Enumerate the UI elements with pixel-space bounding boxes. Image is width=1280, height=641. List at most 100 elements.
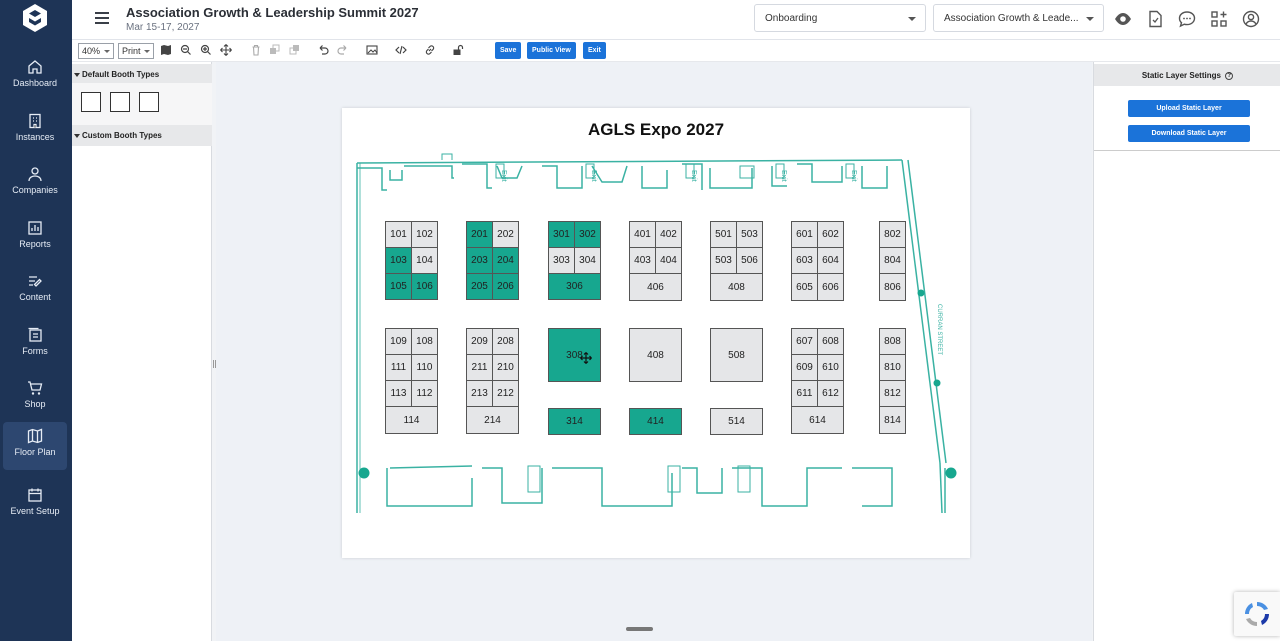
booth-214[interactable]: 214 — [466, 406, 519, 434]
image-icon[interactable] — [366, 44, 378, 56]
booth-802[interactable]: 802 — [879, 221, 906, 248]
booth-112[interactable]: 112 — [411, 380, 438, 407]
booth-609[interactable]: 609 — [791, 354, 818, 381]
map-view-icon[interactable] — [160, 44, 172, 56]
booth-308[interactable]: 308 — [548, 328, 601, 382]
send-back-icon[interactable] — [289, 44, 301, 56]
link-icon[interactable] — [424, 44, 436, 56]
save-button[interactable]: Save — [495, 42, 522, 59]
help-icon[interactable]: ? — [1225, 71, 1234, 80]
booth-209[interactable]: 209 — [466, 328, 493, 355]
nav-dashboard[interactable]: Dashboard — [3, 53, 67, 101]
booth-302[interactable]: 302 — [574, 221, 601, 248]
booth-508-top[interactable]: 408 — [710, 273, 763, 301]
booth-406[interactable]: 406 — [629, 273, 682, 301]
booth-606[interactable]: 606 — [817, 273, 844, 301]
booth-114[interactable]: 114 — [385, 406, 438, 434]
nav-floor-plan[interactable]: Floor Plan — [3, 422, 67, 470]
user-account-icon[interactable] — [1242, 10, 1260, 28]
apps-icon[interactable] — [1210, 10, 1228, 28]
booth-401[interactable]: 401 — [629, 221, 656, 248]
booth-610[interactable]: 610 — [817, 354, 844, 381]
chat-icon[interactable] — [1178, 10, 1196, 28]
move-icon[interactable] — [220, 44, 232, 56]
event-select[interactable]: Association Growth & Leade... — [933, 4, 1104, 32]
booth-810[interactable]: 810 — [879, 354, 906, 381]
booth-109[interactable]: 109 — [385, 328, 412, 355]
booth-806[interactable]: 806 — [879, 273, 906, 301]
booth-type-swatch[interactable] — [81, 92, 101, 112]
booth-208[interactable]: 208 — [492, 328, 519, 355]
floor-plan-page[interactable]: AGLS Expo 2027 Exit Exit Exit Exit Exit … — [342, 108, 970, 558]
nav-forms[interactable]: Forms — [3, 321, 67, 369]
eye-icon[interactable] — [1114, 10, 1132, 28]
booth-104[interactable]: 104 — [411, 247, 438, 274]
booth-503b[interactable]: 503 — [710, 247, 737, 274]
booth-611[interactable]: 611 — [791, 380, 818, 407]
booth-506[interactable]: 506 — [736, 247, 763, 274]
booth-404[interactable]: 404 — [655, 247, 682, 274]
booth-211[interactable]: 211 — [466, 354, 493, 381]
booth-608[interactable]: 608 — [817, 328, 844, 355]
delete-icon[interactable] — [250, 44, 262, 56]
booth-206[interactable]: 206 — [492, 273, 519, 300]
booth-812[interactable]: 812 — [879, 380, 906, 407]
booth-205[interactable]: 205 — [466, 273, 493, 300]
bring-front-icon[interactable] — [269, 44, 281, 56]
download-static-layer-button[interactable]: Download Static Layer — [1128, 125, 1250, 142]
booth-101[interactable]: 101 — [385, 221, 412, 248]
booth-113[interactable]: 113 — [385, 380, 412, 407]
booth-602[interactable]: 602 — [817, 221, 844, 248]
booth-808[interactable]: 808 — [879, 328, 906, 355]
canvas-scrollbar[interactable] — [626, 627, 653, 631]
onboarding-select[interactable]: Onboarding — [754, 4, 926, 32]
booth-103[interactable]: 103 — [385, 247, 412, 274]
document-icon[interactable] — [1146, 10, 1164, 28]
nav-instances[interactable]: Instances — [3, 107, 67, 155]
booth-514[interactable]: 514 — [710, 408, 763, 435]
booth-303[interactable]: 303 — [548, 247, 575, 274]
booth-212[interactable]: 212 — [492, 380, 519, 407]
booth-108[interactable]: 108 — [411, 328, 438, 355]
booth-403[interactable]: 403 — [629, 247, 656, 274]
booth-612[interactable]: 612 — [817, 380, 844, 407]
booth-type-swatch[interactable] — [110, 92, 130, 112]
booth-202[interactable]: 202 — [492, 221, 519, 248]
redo-icon[interactable] — [337, 44, 349, 56]
nav-reports[interactable]: Reports — [3, 214, 67, 262]
booth-414[interactable]: 414 — [629, 408, 682, 435]
booth-601[interactable]: 601 — [791, 221, 818, 248]
booth-204[interactable]: 204 — [492, 247, 519, 274]
public-view-button[interactable]: Public View — [527, 42, 576, 59]
exit-button[interactable]: Exit — [583, 42, 606, 59]
zoom-in-icon[interactable] — [200, 44, 212, 56]
booth-201[interactable]: 201 — [466, 221, 493, 248]
booth-213[interactable]: 213 — [466, 380, 493, 407]
booth-306[interactable]: 306 — [548, 273, 601, 300]
zoom-select[interactable]: 40% — [78, 43, 114, 59]
nav-shop[interactable]: Shop — [3, 374, 67, 422]
upload-static-layer-button[interactable]: Upload Static Layer — [1128, 100, 1250, 117]
menu-icon[interactable] — [95, 12, 109, 24]
print-select[interactable]: Print — [118, 43, 154, 59]
code-icon[interactable] — [395, 44, 407, 56]
booth-301[interactable]: 301 — [548, 221, 575, 248]
app-logo[interactable] — [21, 3, 49, 33]
booth-314[interactable]: 314 — [548, 408, 601, 435]
booth-106[interactable]: 106 — [411, 273, 438, 300]
booth-603[interactable]: 603 — [791, 247, 818, 274]
booth-210[interactable]: 210 — [492, 354, 519, 381]
booth-102[interactable]: 102 — [411, 221, 438, 248]
booth-408[interactable]: 408 — [629, 328, 682, 382]
nav-event-setup[interactable]: Event Setup — [3, 481, 67, 529]
recaptcha-badge[interactable] — [1234, 592, 1280, 636]
booth-110[interactable]: 110 — [411, 354, 438, 381]
zoom-out-icon[interactable] — [180, 44, 192, 56]
booth-203[interactable]: 203 — [466, 247, 493, 274]
nav-content[interactable]: Content — [3, 267, 67, 315]
default-booth-types-header[interactable]: Default Booth Types — [72, 64, 212, 85]
booth-105[interactable]: 105 — [385, 273, 412, 300]
booth-type-swatch[interactable] — [139, 92, 159, 112]
custom-booth-types-header[interactable]: Custom Booth Types — [72, 125, 212, 146]
booth-508[interactable]: 508 — [710, 328, 763, 382]
